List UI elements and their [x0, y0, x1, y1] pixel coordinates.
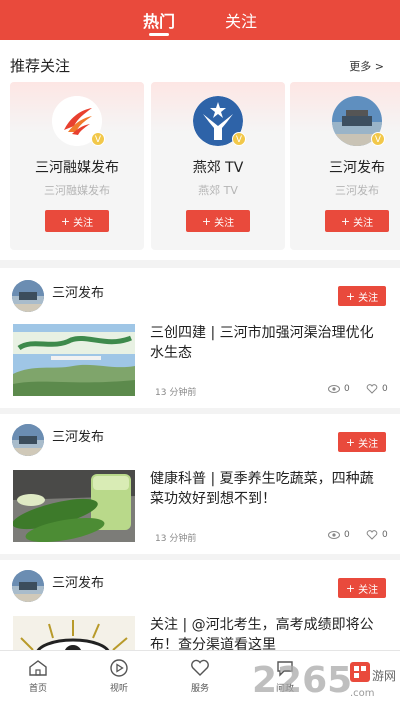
- post-thumbnail[interactable]: [13, 616, 135, 650]
- avatar[interactable]: [12, 570, 44, 602]
- recommend-card[interactable]: V 燕郊 TV 燕郊 TV + 关注: [151, 82, 285, 250]
- plus-icon: +: [340, 214, 351, 228]
- follow-button[interactable]: + 关注: [338, 578, 386, 598]
- heart-icon: [366, 530, 378, 540]
- svg-text:2265: 2265: [252, 660, 352, 700]
- nav-media[interactable]: 视听: [89, 659, 149, 694]
- feed-post[interactable]: 三河发布 + 关注 关注 | @河北考生，高考成绩即将公布！查分渠道看这里: [0, 560, 400, 650]
- recommend-card[interactable]: V 三河发布 三河发布 + 关注: [290, 82, 400, 250]
- verified-badge-icon: V: [232, 132, 246, 146]
- more-link[interactable]: 更多 >: [349, 58, 384, 74]
- follow-button[interactable]: + 关注: [325, 210, 389, 232]
- post-author[interactable]: 三河发布: [52, 572, 104, 591]
- nav-service[interactable]: 服务: [170, 659, 230, 694]
- post-thumbnail[interactable]: [13, 470, 135, 542]
- card-subtitle: 燕郊 TV: [198, 184, 238, 197]
- card-subtitle: 三河发布: [335, 184, 379, 197]
- feed-post[interactable]: 三河发布 + 关注 三创四建 | 三河市加强河渠治理优化水生态 13 分钟前 0…: [0, 268, 400, 408]
- view-count: 0: [328, 384, 350, 394]
- eye-icon: [328, 531, 340, 539]
- follow-button[interactable]: + 关注: [338, 432, 386, 452]
- post-thumbnail[interactable]: [13, 324, 135, 396]
- card-subtitle: 三河融媒发布: [44, 184, 110, 197]
- post-author[interactable]: 三河发布: [52, 426, 104, 445]
- watermark-logo: 2265 游网 .com: [252, 656, 400, 701]
- follow-button[interactable]: + 关注: [45, 210, 109, 232]
- follow-button[interactable]: + 关注: [338, 286, 386, 306]
- tab-following[interactable]: 关注: [225, 8, 257, 38]
- plus-icon: +: [345, 289, 356, 303]
- eye-icon: [328, 385, 340, 393]
- like-count[interactable]: 0: [366, 530, 388, 540]
- nav-home[interactable]: 首页: [8, 659, 68, 694]
- plus-icon: +: [345, 581, 356, 595]
- avatar[interactable]: [12, 424, 44, 456]
- heart-icon: [191, 659, 209, 676]
- svg-text:.com: .com: [350, 688, 375, 699]
- post-time: 13 分钟前: [155, 534, 197, 544]
- follow-button[interactable]: + 关注: [186, 210, 250, 232]
- top-tab-bar: 热门 关注: [0, 0, 400, 40]
- verified-badge-icon: V: [91, 132, 105, 146]
- play-icon: [110, 659, 128, 677]
- tab-hot[interactable]: 热门: [143, 8, 175, 38]
- plus-icon: +: [345, 435, 356, 449]
- post-title[interactable]: 三创四建 | 三河市加强河渠治理优化水生态: [150, 323, 386, 363]
- card-name: 三河融媒发布: [35, 160, 119, 176]
- svg-text:游网: 游网: [372, 669, 396, 683]
- post-time: 13 分钟前: [155, 388, 197, 398]
- recommend-section: 推荐关注 更多 > V 三河融媒发布 三河融媒发布 + 关注 V 燕郊 TV 燕…: [0, 40, 400, 260]
- card-name: 三河发布: [329, 160, 385, 176]
- feed-post[interactable]: 三河发布 + 关注 健康科普 | 夏季养生吃蔬菜，四种蔬菜功效好到想不到！ 13…: [0, 414, 400, 554]
- verified-badge-icon: V: [371, 132, 385, 146]
- like-count[interactable]: 0: [366, 384, 388, 394]
- post-title[interactable]: 关注 | @河北考生，高考成绩即将公布！查分渠道看这里: [150, 615, 386, 650]
- plus-icon: +: [201, 214, 212, 228]
- post-title[interactable]: 健康科普 | 夏季养生吃蔬菜，四种蔬菜功效好到想不到！: [150, 469, 386, 509]
- heart-icon: [366, 384, 378, 394]
- recommend-title: 推荐关注: [10, 57, 71, 75]
- post-author[interactable]: 三河发布: [52, 282, 104, 301]
- recommend-cards: V 三河融媒发布 三河融媒发布 + 关注 V 燕郊 TV 燕郊 TV + 关注 …: [0, 82, 400, 252]
- home-icon: [29, 660, 47, 676]
- recommend-card[interactable]: V 三河融媒发布 三河融媒发布 + 关注: [10, 82, 144, 250]
- avatar[interactable]: [12, 280, 44, 312]
- plus-icon: +: [60, 214, 71, 228]
- view-count: 0: [328, 530, 350, 540]
- card-name: 燕郊 TV: [192, 160, 244, 176]
